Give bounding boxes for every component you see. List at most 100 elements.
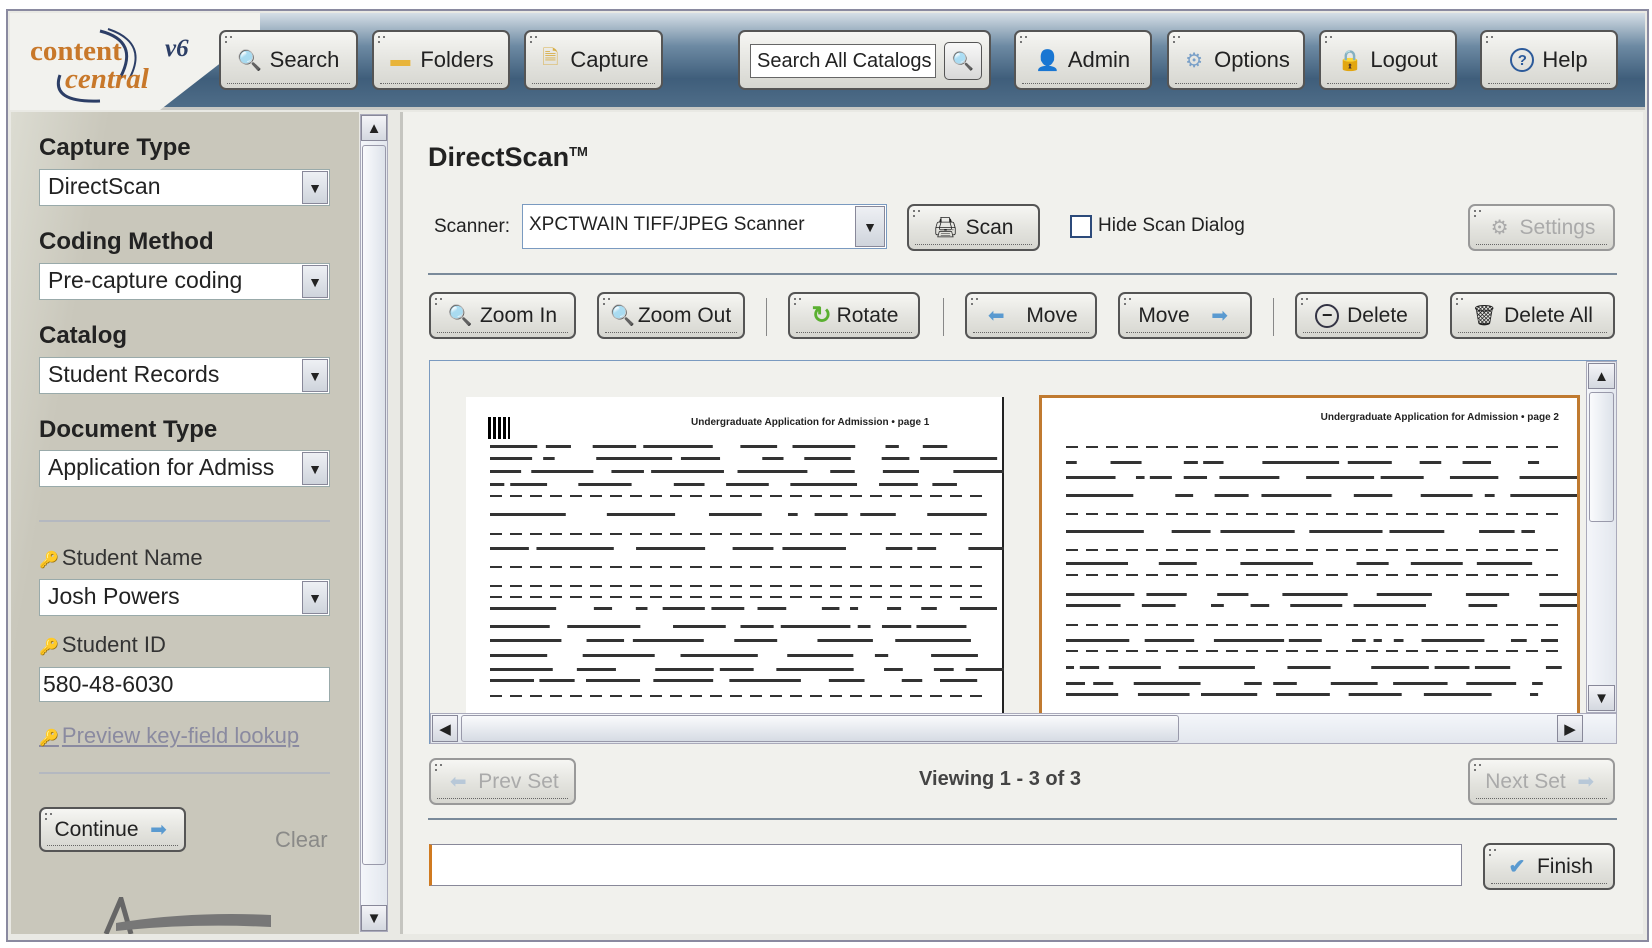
zoom-out-button[interactable]: 🔍 Zoom Out: [597, 292, 745, 339]
form-text-mark: [1306, 650, 1318, 652]
form-text-mark: [1110, 461, 1142, 464]
form-text-mark: [1546, 574, 1558, 576]
settings-button[interactable]: ⚙ Settings: [1468, 204, 1615, 251]
scroll-up-icon[interactable]: ▲: [1588, 363, 1615, 389]
form-text-mark: [1376, 593, 1432, 596]
form-text-mark: [1203, 461, 1224, 464]
form-text-mark: [1273, 682, 1297, 685]
scanned-page-2[interactable]: Undergraduate Application for Admission …: [1039, 395, 1580, 713]
next-set-button[interactable]: Next Set ➡: [1468, 758, 1615, 805]
scroll-up-icon[interactable]: ▲: [361, 115, 387, 141]
form-text-mark: [1486, 574, 1498, 576]
form-text-mark: [740, 445, 778, 448]
form-text-mark: [490, 547, 529, 550]
delete-all-button[interactable]: 🗑 Delete All: [1450, 292, 1615, 339]
scanner-select[interactable]: XPCTWAIN TIFF/JPEG Scanner ▼: [522, 204, 887, 249]
zoom-in-button[interactable]: 🔍 Zoom In: [429, 292, 576, 339]
magnifier-icon: 🔍: [951, 50, 975, 71]
delete-button[interactable]: − Delete: [1295, 292, 1428, 339]
chevron-down-icon[interactable]: ▼: [302, 581, 328, 614]
student-name-select[interactable]: Josh Powers ▼: [39, 579, 330, 616]
hide-scan-dialog-checkbox[interactable]: [1070, 215, 1092, 238]
scrollbar-thumb[interactable]: [362, 145, 386, 865]
chevron-down-icon[interactable]: ▼: [302, 171, 328, 204]
form-text-mark: [1178, 666, 1255, 669]
form-text-mark: [1066, 693, 1119, 696]
form-text-mark: [1086, 446, 1098, 448]
student-id-label: 🔑 Student ID: [39, 632, 166, 658]
form-text-mark: [536, 547, 614, 550]
form-text-mark: [770, 495, 782, 497]
search-nav-button[interactable]: 🔍 Search: [219, 30, 358, 90]
move-right-button[interactable]: Move ➡: [1118, 292, 1252, 339]
form-text-mark: [790, 533, 802, 535]
form-text-mark: [950, 566, 962, 568]
capture-nav-button[interactable]: 🗎 Capture: [524, 30, 663, 90]
folders-nav-button[interactable]: ▬ Folders: [372, 30, 510, 90]
form-text-mark: [673, 483, 705, 486]
rotate-button[interactable]: ↻ Rotate: [788, 292, 920, 339]
zoom-in-icon: 🔍: [447, 305, 473, 327]
help-button[interactable]: ? Help: [1480, 30, 1618, 90]
form-text-mark: [1486, 446, 1498, 448]
form-text-mark: [950, 695, 962, 697]
finish-button[interactable]: ✔ Finish: [1483, 843, 1615, 890]
form-text-mark: [930, 533, 942, 535]
form-text-mark: [690, 566, 702, 568]
capture-type-select[interactable]: DirectScan ▼: [39, 169, 330, 206]
form-text-mark: [1226, 513, 1238, 515]
viewer-vertical-scrollbar[interactable]: ▲ ▼: [1586, 361, 1617, 713]
form-text-mark: [790, 483, 858, 486]
student-id-input[interactable]: 580-48-6030: [39, 667, 330, 702]
options-button[interactable]: ⚙ Options: [1167, 30, 1305, 90]
chevron-down-icon[interactable]: ▼: [302, 452, 328, 485]
scroll-right-icon[interactable]: ▶: [1557, 715, 1583, 742]
catalog-search-input[interactable]: Search All Catalogs: [750, 44, 936, 78]
scroll-down-icon[interactable]: ▼: [361, 905, 387, 931]
scan-button[interactable]: 🖨 Scan: [907, 204, 1040, 251]
catalog-search-button[interactable]: 🔍: [944, 42, 982, 80]
document-type-select[interactable]: Application for Admiss ▼: [39, 450, 330, 487]
form-text-mark: [1532, 682, 1543, 685]
move-left-button[interactable]: ⬅ Move: [965, 292, 1097, 339]
catalog-search-box: Search All Catalogs 🔍: [738, 30, 991, 90]
catalog-select[interactable]: Student Records ▼: [39, 357, 330, 394]
form-text-mark: [490, 483, 505, 486]
logout-button[interactable]: 🔒 Logout: [1319, 30, 1457, 90]
form-text-mark: [1346, 549, 1358, 551]
continue-button[interactable]: Continue ➡: [39, 807, 186, 852]
form-text-mark: [586, 679, 641, 682]
arrow-left-icon: ⬅: [987, 305, 1005, 327]
scrollbar-thumb[interactable]: [1589, 392, 1614, 522]
form-text-mark: [1356, 562, 1389, 565]
form-text-mark: [970, 495, 982, 497]
form-text-mark: [510, 585, 522, 587]
coding-method-label: Coding Method: [39, 228, 214, 255]
form-text-mark: [730, 566, 742, 568]
form-text-mark: [670, 585, 682, 587]
chevron-down-icon[interactable]: ▼: [855, 206, 885, 247]
admin-button[interactable]: 👤 Admin: [1014, 30, 1152, 90]
arrow-left-icon: ⬅: [449, 771, 467, 793]
form-text-mark: [530, 596, 542, 598]
form-text-mark: [1266, 513, 1278, 515]
user-icon: 👤: [1035, 49, 1061, 72]
form-text-mark: [732, 547, 774, 550]
capture-type-value: DirectScan: [48, 173, 161, 199]
form-text-mark: [510, 533, 522, 535]
scanned-page-1[interactable]: Undergraduate Application for Admission …: [466, 397, 1004, 713]
scroll-left-icon[interactable]: ◀: [432, 715, 458, 742]
preview-key-field-link[interactable]: 🔑 Preview key-field lookup: [39, 723, 299, 749]
form-text-mark: [1306, 513, 1318, 515]
status-field[interactable]: [429, 844, 1462, 886]
viewer-horizontal-scrollbar[interactable]: ◀ ▶: [430, 713, 1617, 744]
prev-set-button[interactable]: ⬅ Prev Set: [429, 758, 576, 805]
coding-method-select[interactable]: Pre-capture coding ▼: [39, 263, 330, 300]
chevron-down-icon[interactable]: ▼: [302, 359, 328, 392]
form-text-mark: [1434, 666, 1470, 669]
scrollbar-thumb[interactable]: [461, 715, 1179, 742]
clear-link[interactable]: Clear: [275, 827, 328, 853]
chevron-down-icon[interactable]: ▼: [302, 265, 328, 298]
sidebar-scrollbar[interactable]: ▲ ▼: [360, 114, 388, 932]
scroll-down-icon[interactable]: ▼: [1588, 685, 1615, 711]
